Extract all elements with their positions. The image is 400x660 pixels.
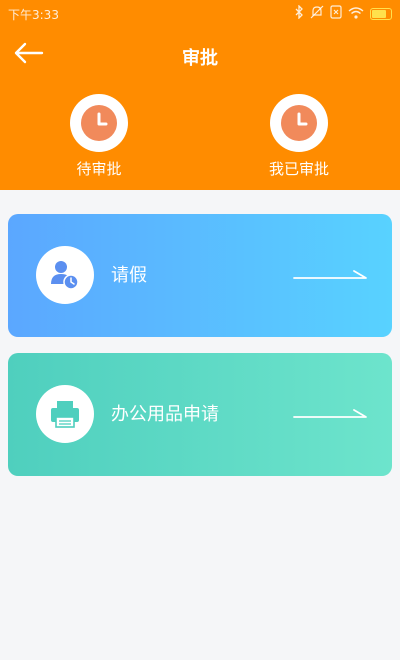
office-supplies-card[interactable]: 办公用品申请: [8, 353, 392, 476]
no-sim-icon: [330, 5, 342, 23]
page-title: 审批: [182, 48, 218, 69]
status-bar: 下午3:33: [0, 0, 400, 26]
clock-icon: [81, 105, 117, 141]
clock-badge: [270, 94, 328, 152]
bluetooth-icon: [294, 4, 304, 23]
clock-icon: [281, 105, 317, 141]
pending-approval-label: 待审批: [76, 160, 122, 178]
approved-by-me-label: 我已审批: [268, 160, 329, 178]
arrow-right-icon: [292, 405, 370, 423]
arrow-right-icon: [292, 266, 370, 284]
approved-by-me-button[interactable]: 我已审批: [244, 94, 354, 179]
mute-icon: [310, 5, 324, 23]
battery-icon: [370, 8, 392, 20]
printer-icon: [36, 385, 94, 443]
header-bar: 下午3:33 审批 待审批 我已审批: [0, 0, 400, 190]
leave-request-card[interactable]: 请假: [8, 214, 392, 337]
status-icons: [294, 4, 392, 23]
wifi-icon: [348, 6, 364, 23]
clock-badge: [70, 94, 128, 152]
pending-approval-button[interactable]: 待审批: [44, 94, 154, 179]
office-supplies-label: 办公用品申请: [111, 404, 219, 425]
user-clock-icon: [36, 246, 94, 304]
status-time: 下午3:33: [8, 8, 59, 22]
leave-request-label: 请假: [111, 265, 147, 286]
